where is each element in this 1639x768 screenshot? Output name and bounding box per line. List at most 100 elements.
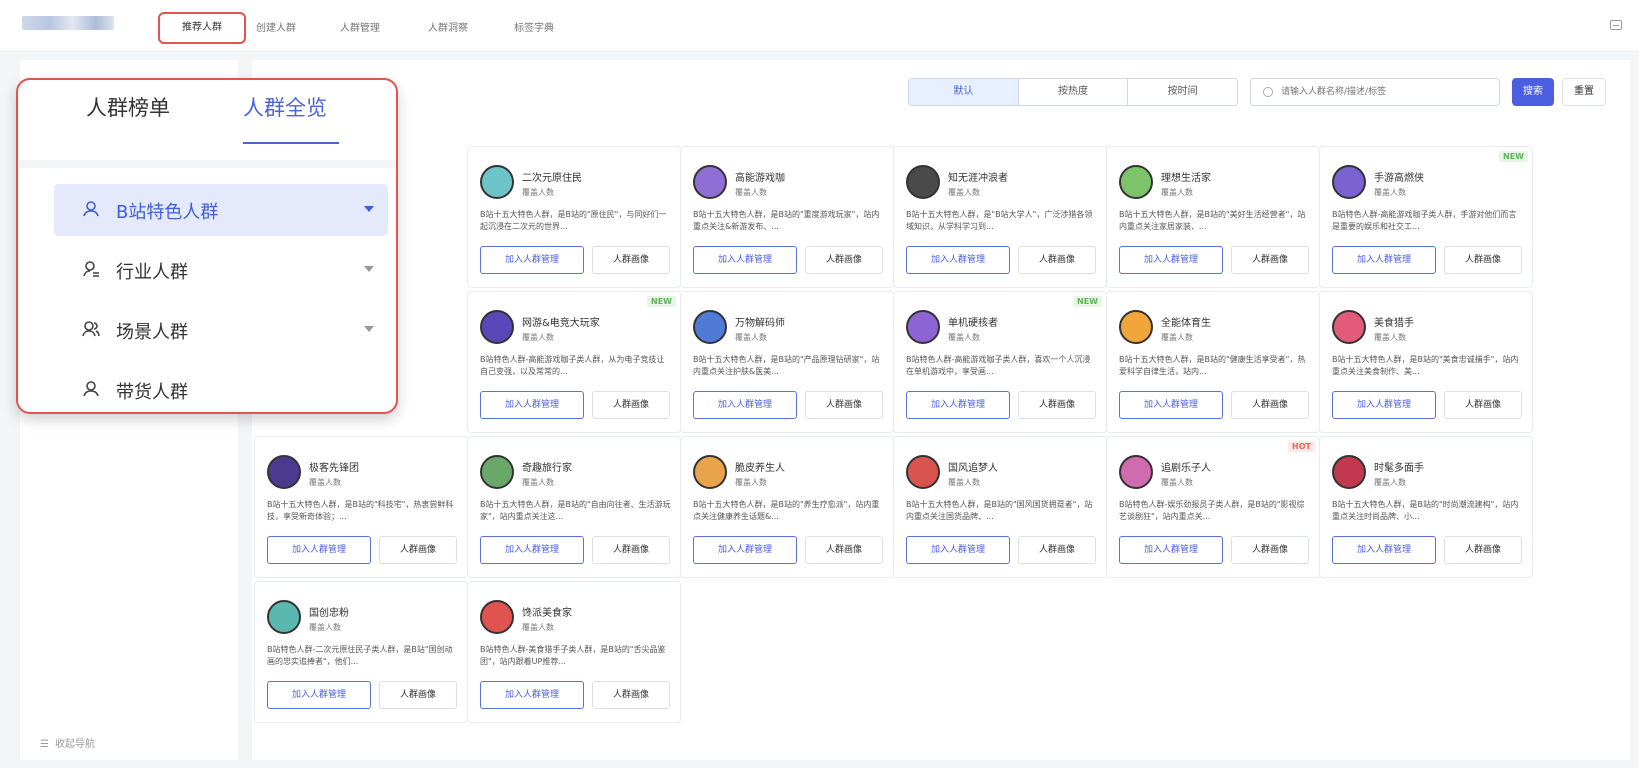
crowd-description: B站十五大特色人群，是"B站大学人"，广泛涉猎各领域知识，从学科学习到...	[906, 210, 1093, 231]
people-icon	[83, 381, 99, 397]
crowd-portrait-button[interactable]: 人群画像	[1444, 536, 1522, 564]
nav-tab-create[interactable]: 创建人群	[256, 19, 296, 34]
add-to-crowd-management-button[interactable]: 加入人群管理	[1332, 391, 1436, 419]
add-to-crowd-management-button[interactable]: 加入人群管理	[1119, 391, 1223, 419]
crowd-portrait-button[interactable]: 人群画像	[1444, 391, 1522, 419]
category-bilibili-special[interactable]: B站特色人群	[54, 184, 388, 236]
crowd-coverage: 覆盖人数	[1161, 333, 1193, 342]
crowd-portrait-button[interactable]: 人群画像	[1231, 246, 1309, 274]
crowd-portrait-button[interactable]: 人群画像	[1231, 536, 1309, 564]
category-label: B站特色人群	[116, 202, 219, 223]
category-industry[interactable]: 行业人群	[54, 244, 388, 296]
search-input[interactable]	[1281, 84, 1491, 100]
crowd-portrait-button[interactable]: 人群画像	[1231, 391, 1309, 419]
crowd-title[interactable]: 网游&电竞大玩家	[522, 314, 600, 329]
crowd-avatar	[1332, 310, 1366, 344]
crowd-description: B站十五大特色人群，是B站的"重度游戏玩家"，站内重点关注&新游发布、...	[693, 210, 880, 231]
nav-tab-insight[interactable]: 人群洞察	[428, 19, 468, 34]
reset-button[interactable]: 重置	[1562, 78, 1606, 106]
crowd-avatar	[1119, 310, 1153, 344]
crowd-avatar	[267, 455, 301, 489]
add-to-crowd-management-button[interactable]: 加入人群管理	[267, 681, 371, 709]
sort-by-time-button[interactable]: 按时间	[1128, 79, 1237, 105]
crowd-portrait-button[interactable]: 人群画像	[805, 536, 883, 564]
active-tab-indicator	[243, 142, 339, 144]
crowd-description: B站十五大特色人群，是B站的"美好生活经营者"，站内重点关注家居家装、...	[1119, 210, 1306, 231]
add-to-crowd-management-button[interactable]: 加入人群管理	[1332, 246, 1436, 274]
crowd-portrait-button[interactable]: 人群画像	[592, 681, 670, 709]
crowd-portrait-button[interactable]: 人群画像	[805, 391, 883, 419]
caret-down-icon	[364, 326, 374, 332]
crowd-title[interactable]: 国风追梦人	[948, 459, 998, 474]
tab-crowd-ranking[interactable]: 人群榜单	[86, 92, 170, 122]
crowd-portrait-button[interactable]: 人群画像	[592, 391, 670, 419]
crowd-card: 时髦多面手 覆盖人数 B站十五大特色人群，是B站的"时尚潮流建构"，站内重点关注…	[1319, 436, 1533, 578]
hot-badge: HOT	[1288, 441, 1315, 452]
crowd-portrait-button[interactable]: 人群画像	[1018, 246, 1096, 274]
crowd-portrait-button[interactable]: 人群画像	[592, 246, 670, 274]
crowd-avatar	[480, 455, 514, 489]
crowd-title[interactable]: 极客先锋团	[309, 459, 359, 474]
tab-crowd-overview[interactable]: 人群全览	[243, 92, 327, 122]
add-to-crowd-management-button[interactable]: 加入人群管理	[1119, 246, 1223, 274]
category-sales[interactable]: 带货人群	[54, 364, 388, 412]
crowd-description: B站十五大特色人群，是B站的"养生疗愈派"，站内重点关注健康养生话题&...	[693, 500, 880, 521]
nav-tab-recommended[interactable]: 推荐人群	[158, 12, 246, 44]
crowd-description: B站十五大特色人群，是B站的"美食忠诚捕手"，站内重点关注美食制作、美...	[1332, 355, 1519, 376]
crowd-title[interactable]: 时髦多面手	[1374, 459, 1424, 474]
crowd-title[interactable]: 奇趣旅行家	[522, 459, 572, 474]
crowd-card: 网游&电竞大玩家 覆盖人数 B站特色人群-高能游戏咖子类人群，从为电子竞技让自己…	[467, 291, 681, 433]
crowd-title[interactable]: 知无涯冲浪者	[948, 169, 1008, 184]
crowd-title[interactable]: 二次元原住民	[522, 169, 582, 184]
add-to-crowd-management-button[interactable]: 加入人群管理	[693, 536, 797, 564]
crowd-title[interactable]: 国创忠粉	[309, 604, 349, 619]
crowd-title[interactable]: 高能游戏咖	[735, 169, 785, 184]
crowd-portrait-button[interactable]: 人群画像	[1018, 536, 1096, 564]
add-to-crowd-management-button[interactable]: 加入人群管理	[267, 536, 371, 564]
sort-by-popularity-button[interactable]: 按热度	[1018, 79, 1129, 105]
add-to-crowd-management-button[interactable]: 加入人群管理	[1119, 536, 1223, 564]
add-to-crowd-management-button[interactable]: 加入人群管理	[480, 391, 584, 419]
add-to-crowd-management-button[interactable]: 加入人群管理	[480, 246, 584, 274]
crowd-title[interactable]: 单机硬核者	[948, 314, 998, 329]
add-to-crowd-management-button[interactable]: 加入人群管理	[480, 681, 584, 709]
crowd-card: 手游高燃侠 覆盖人数 B站特色人群-高能游戏咖子类人群，手游对他们而言是重要的娱…	[1319, 146, 1533, 288]
search-box	[1250, 78, 1500, 106]
crowd-title[interactable]: 理想生活家	[1161, 169, 1211, 184]
crowd-title[interactable]: 追剧乐子人	[1161, 459, 1211, 474]
category-panel-callout: 人群榜单 人群全览 B站特色人群 行业人群 场景人群 带货人群	[16, 78, 398, 414]
crowd-coverage: 覆盖人数	[1374, 188, 1406, 197]
add-to-crowd-management-button[interactable]: 加入人群管理	[693, 391, 797, 419]
category-scene[interactable]: 场景人群	[54, 304, 388, 356]
crowd-avatar	[906, 165, 940, 199]
crowd-portrait-button[interactable]: 人群画像	[379, 536, 457, 564]
crowd-title[interactable]: 馋派美食家	[522, 604, 572, 619]
add-to-crowd-management-button[interactable]: 加入人群管理	[480, 536, 584, 564]
collapse-nav-button[interactable]: ☰ 收起导航	[40, 735, 95, 750]
crowd-title[interactable]: 手游高燃侠	[1374, 169, 1424, 184]
add-to-crowd-management-button[interactable]: 加入人群管理	[906, 391, 1010, 419]
sort-default-button[interactable]: 默认	[909, 79, 1019, 105]
caret-down-icon	[364, 206, 374, 212]
crowd-portrait-button[interactable]: 人群画像	[1018, 391, 1096, 419]
nav-tab-manage[interactable]: 人群管理	[340, 19, 380, 34]
crowd-card: 高能游戏咖 覆盖人数 B站十五大特色人群，是B站的"重度游戏玩家"，站内重点关注…	[680, 146, 894, 288]
add-to-crowd-management-button[interactable]: 加入人群管理	[693, 246, 797, 274]
crowd-title[interactable]: 脆皮养生人	[735, 459, 785, 474]
add-to-crowd-management-button[interactable]: 加入人群管理	[1332, 536, 1436, 564]
crowd-description: B站十五大特色人群，是B站的"国风国货拥趸者"，站内重点关注国货品牌、...	[906, 500, 1093, 521]
crowd-title[interactable]: 万物解码师	[735, 314, 785, 329]
people-group-icon	[82, 321, 100, 337]
nav-tab-tag-dictionary[interactable]: 标签字典	[514, 19, 554, 34]
crowd-portrait-button[interactable]: 人群画像	[1444, 246, 1522, 274]
search-button[interactable]: 搜索	[1512, 78, 1554, 106]
mail-icon[interactable]	[1610, 20, 1622, 30]
add-to-crowd-management-button[interactable]: 加入人群管理	[906, 536, 1010, 564]
crowd-title[interactable]: 美食猎手	[1374, 314, 1414, 329]
crowd-title[interactable]: 全能体育生	[1161, 314, 1211, 329]
crowd-portrait-button[interactable]: 人群画像	[805, 246, 883, 274]
add-to-crowd-management-button[interactable]: 加入人群管理	[906, 246, 1010, 274]
crowd-portrait-button[interactable]: 人群画像	[592, 536, 670, 564]
crowd-portrait-button[interactable]: 人群画像	[379, 681, 457, 709]
crowd-avatar	[1332, 165, 1366, 199]
